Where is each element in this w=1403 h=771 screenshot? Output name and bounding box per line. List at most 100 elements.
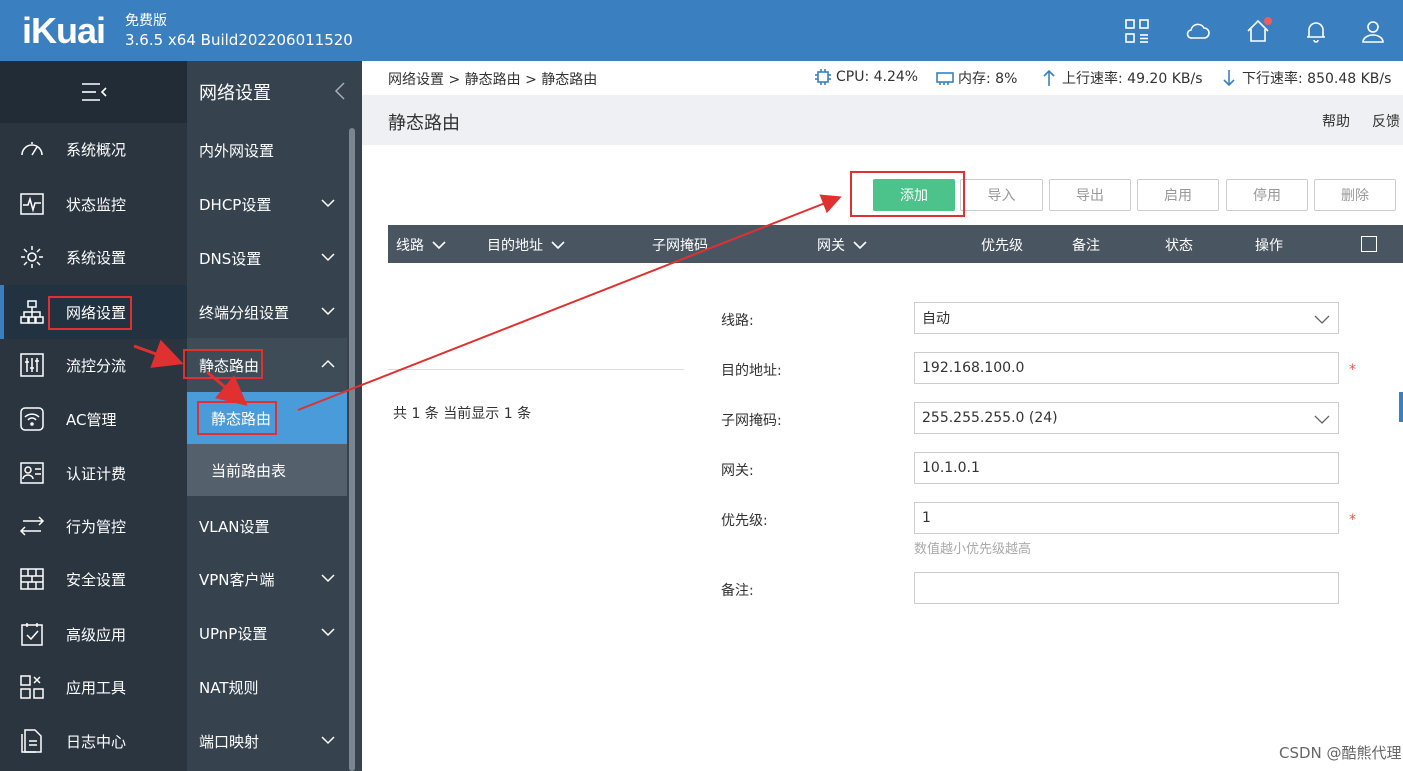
chevron-down-icon (321, 628, 335, 637)
chevron-down-icon (1314, 315, 1330, 324)
id-card-icon (18, 459, 46, 487)
gateway-input[interactable]: 10.1.0.1 (914, 452, 1339, 484)
chevron-up-icon (321, 359, 335, 368)
column-priority: 优先级 (981, 238, 1023, 254)
status-bar: 网络设置 > 静态路由 > 静态路由 CPU: 4.24% 内存: 8% 上行速… (362, 61, 1403, 95)
chevron-down-icon (321, 736, 335, 745)
cpu-icon (815, 69, 831, 85)
submenu-item-nat[interactable]: NAT规则 (187, 660, 347, 714)
sidebar-item-label: 高级应用 (66, 625, 127, 644)
sidebar-item-gear[interactable]: 系统设置 (0, 230, 187, 284)
submenu-item-vpn-client[interactable]: VPN客户端 (187, 552, 347, 606)
sidebar-item-label: 状态监控 (66, 195, 127, 214)
chevron-left-icon[interactable] (334, 81, 346, 101)
submenu-sub-route-table[interactable]: 当前路由表 (187, 444, 347, 496)
home-icon[interactable] (1243, 16, 1273, 46)
help-link[interactable]: 帮助 (1322, 111, 1350, 131)
memory-icon (936, 72, 954, 85)
main-sidebar: 系统概况 状态监控 系统设置 网络设置 流控分流 AC管理 认证计费 行为管控 安全设置 高级应用… (0, 61, 187, 771)
sidebar-item-dashboard[interactable]: 系统概况 (0, 122, 187, 176)
subnet-mask-select[interactable]: 255.255.255.0 (24) (914, 402, 1339, 434)
submenu-item-terminal-group[interactable]: 终端分组设置 (187, 285, 347, 339)
column-gateway[interactable]: 网关 (817, 235, 867, 255)
download-stat: 下行速率: 850.48 KB/s (1220, 68, 1391, 88)
column-destination[interactable]: 目的地址 (487, 235, 565, 255)
feedback-link[interactable]: 反馈 (1372, 111, 1400, 131)
arrow-down-icon (1223, 70, 1235, 87)
menu-collapse-icon (81, 83, 107, 101)
sidebar-item-label: AC管理 (66, 410, 117, 429)
page-title: 静态路由 (388, 113, 460, 134)
disable-button[interactable]: 停用 (1226, 179, 1308, 211)
line-label: 线路: (721, 313, 754, 329)
submenu-item-vlan[interactable]: VLAN设置 (187, 499, 347, 553)
sliders-icon (18, 351, 46, 379)
priority-hint: 数值越小优先级越高 (914, 542, 1032, 557)
column-line[interactable]: 线路 (396, 235, 446, 255)
main-content: 网络设置 > 静态路由 > 静态路由 CPU: 4.24% 内存: 8% 上行速… (362, 61, 1403, 771)
monitor-icon (18, 190, 46, 218)
delete-button[interactable]: 删除 (1314, 179, 1396, 211)
destination-input[interactable]: 192.168.100.0 (914, 352, 1339, 384)
submenu-item-lan-wan[interactable]: 内外网设置 (187, 123, 347, 177)
submenu-item-upnp[interactable]: UPnP设置 (187, 606, 347, 660)
sidebar-item-label: 认证计费 (66, 464, 127, 483)
breadcrumb: 网络设置 > 静态路由 > 静态路由 (388, 72, 598, 88)
menu-toggle[interactable] (0, 61, 187, 123)
sidebar-item-sliders[interactable]: 流控分流 (0, 338, 187, 392)
chevron-down-icon (551, 241, 565, 250)
remark-input[interactable] (914, 572, 1339, 604)
priority-label: 优先级: (721, 513, 768, 529)
chevron-down-icon (432, 241, 446, 250)
sidebar-item-label: 系统概况 (66, 140, 127, 159)
priority-input[interactable]: 1 (914, 502, 1339, 534)
column-remark: 备注 (1072, 238, 1100, 254)
sidebar-item-tools[interactable]: 应用工具 (0, 660, 187, 714)
dashboard-icon (18, 135, 46, 163)
edition-label: 免费版 (125, 13, 167, 29)
table-header: 线路 目的地址 子网掩码 网关 优先级 备注 状态 操作 (388, 225, 1403, 263)
submenu-scrollbar[interactable] (349, 128, 355, 771)
sidebar-item-label: 行为管控 (66, 517, 127, 536)
tools-icon (18, 673, 46, 701)
cloud-icon[interactable] (1183, 16, 1213, 46)
upload-stat: 上行速率: 49.20 KB/s (1040, 68, 1203, 88)
highlight-add-button (850, 171, 965, 217)
destination-label: 目的地址: (721, 363, 782, 379)
sidebar-item-id-card[interactable]: 认证计费 (0, 446, 187, 500)
table-divider (388, 369, 684, 370)
sidebar-item-monitor[interactable]: 状态监控 (0, 177, 187, 231)
bell-icon[interactable] (1301, 16, 1331, 46)
apps-icon[interactable] (1122, 16, 1152, 46)
import-button[interactable]: 导入 (960, 179, 1043, 211)
select-all-checkbox[interactable] (1361, 236, 1377, 252)
line-select[interactable]: 自动 (914, 302, 1339, 334)
sidebar-item-firewall[interactable]: 安全设置 (0, 552, 187, 606)
sidebar-item-label: 日志中心 (66, 732, 127, 751)
sidebar-item-label: 流控分流 (66, 356, 127, 375)
highlight-network-settings (48, 296, 132, 330)
enable-button[interactable]: 启用 (1137, 179, 1219, 211)
sidebar-item-checklist[interactable]: 高级应用 (0, 607, 187, 661)
chevron-down-icon (321, 574, 335, 583)
sidebar-item-log[interactable]: 日志中心 (0, 714, 187, 768)
memory-stat: 内存: 8% (936, 68, 1017, 88)
sidebar-item-label: 应用工具 (66, 678, 127, 697)
submenu-item-dhcp[interactable]: DHCP设置 (187, 177, 347, 231)
required-mark: * (1349, 512, 1356, 528)
submenu-item-dns[interactable]: DNS设置 (187, 231, 347, 285)
user-icon[interactable] (1358, 16, 1388, 46)
highlight-static-route-menu (183, 349, 263, 379)
record-count: 共 1 条 当前显示 1 条 (393, 406, 532, 422)
side-tab[interactable] (1399, 392, 1403, 422)
highlight-static-route-sub (197, 401, 277, 435)
export-button[interactable]: 导出 (1049, 179, 1131, 211)
version-label: 3.6.5 x64 Build202206011520 (125, 31, 353, 49)
sidebar-item-wifi[interactable]: AC管理 (0, 392, 187, 446)
sidebar-item-arrows[interactable]: 行为管控 (0, 499, 187, 553)
gear-icon (18, 243, 46, 271)
chevron-down-icon (321, 307, 335, 316)
checklist-icon (18, 620, 46, 648)
subnet-mask-label: 子网掩码: (721, 413, 782, 429)
submenu-item-port-mapping[interactable]: 端口映射 (187, 714, 347, 768)
